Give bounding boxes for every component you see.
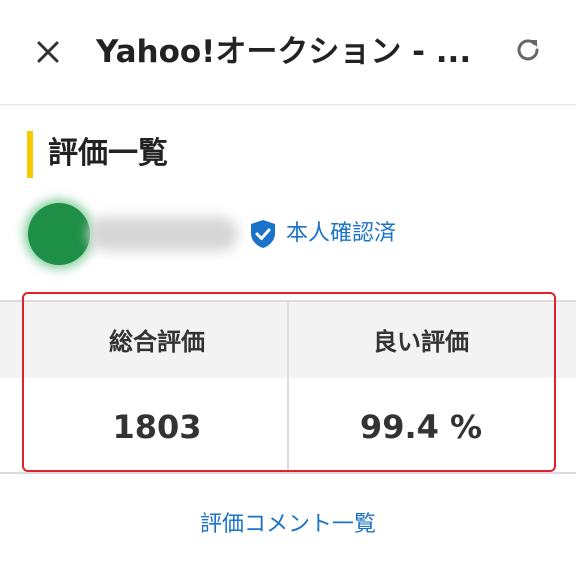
reload-button[interactable] [506, 28, 550, 72]
verified-badge[interactable]: 本人確認済 [250, 214, 396, 254]
good-rating-value: 99.4 % [359, 408, 483, 446]
good-rating-label: 良い評価 [373, 328, 469, 356]
username-blurred [88, 217, 238, 251]
rating-comments-link[interactable]: 評価コメント一覧 [200, 512, 376, 537]
shield-check-icon [250, 219, 278, 249]
avatar[interactable] [28, 203, 90, 265]
rating-comments-link-row: 評価コメント一覧 [0, 505, 576, 545]
reload-icon [517, 39, 539, 61]
app-title: Yahoo!オークション - ... [96, 34, 472, 70]
app-bar: Yahoo!オークション - ... [0, 0, 576, 105]
page-title: 評価一覧 [48, 136, 168, 171]
total-rating-label: 総合評価 [109, 328, 205, 356]
heading-accent-bar [27, 131, 33, 178]
close-icon [37, 41, 59, 63]
total-rating-value: 1803 [112, 408, 202, 446]
verified-label: 本人確認済 [286, 221, 397, 246]
close-button[interactable] [26, 30, 70, 74]
